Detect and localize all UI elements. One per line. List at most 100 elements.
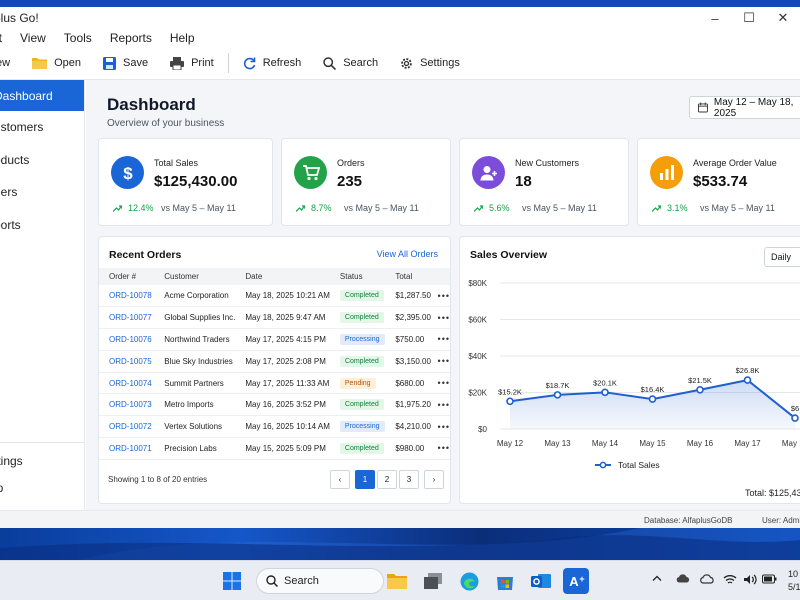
- table-row[interactable]: ORD-10071 Precision Labs May 15, 2025 5:09…: [99, 437, 450, 460]
- sidebar-item-label: Dashboard: [0, 88, 53, 103]
- status-badge: Completed: [339, 399, 384, 411]
- tray-overflow-button[interactable]: [652, 574, 662, 584]
- row-actions-button[interactable]: •••: [433, 306, 450, 330]
- sidebar-item-orders[interactable]: ders: [0, 176, 84, 209]
- table-row[interactable]: ORD-10077 Global Supplies Inc. May 18, 202…: [99, 306, 450, 330]
- store-button[interactable]: [494, 570, 516, 592]
- table-row[interactable]: ORD-10076 Northwind Traders May 17, 2025 4…: [99, 328, 450, 351]
- row-actions-button[interactable]: •••: [433, 285, 450, 308]
- column-header-order[interactable]: Order #: [99, 268, 155, 285]
- column-header-date[interactable]: Date: [235, 268, 330, 285]
- taskbar-clock[interactable]: 10 5/1: [788, 568, 800, 594]
- status-badge: Completed: [339, 442, 384, 454]
- x-tick-label: May 13: [544, 439, 571, 448]
- start-button[interactable]: [221, 570, 243, 592]
- order-id-link[interactable]: ORD-10076: [99, 328, 155, 351]
- pagination-page-2[interactable]: 2: [377, 470, 397, 489]
- save-button[interactable]: Save: [102, 56, 148, 70]
- search-icon: [323, 56, 337, 70]
- status-badge: Pending: [339, 377, 376, 389]
- order-customer: Blue Sky Industries: [154, 350, 236, 373]
- close-button[interactable]: ✕: [766, 7, 800, 29]
- menu-tools[interactable]: Tools: [64, 31, 92, 45]
- kpi-label: New Customers: [515, 158, 580, 168]
- search-button[interactable]: Search: [323, 56, 378, 70]
- menu-help[interactable]: Help: [170, 31, 195, 45]
- clock-time: 10: [788, 569, 799, 579]
- maximize-button[interactable]: ☐: [732, 7, 766, 29]
- order-customer: Precision Labs: [154, 437, 236, 460]
- order-id-link[interactable]: ORD-10078: [99, 285, 155, 308]
- sidebar-item-help[interactable]: lp: [0, 474, 85, 501]
- order-id-link[interactable]: ORD-10073: [99, 393, 155, 417]
- data-point: [648, 395, 657, 403]
- battery-icon[interactable]: [762, 574, 777, 586]
- taskbar-search[interactable]: Search: [256, 568, 384, 594]
- period-select[interactable]: Daily: [764, 247, 800, 267]
- pagination-page-3[interactable]: 3: [399, 470, 419, 489]
- svg-text:A: A: [569, 574, 579, 588]
- order-date: May 17, 2025 2:08 PM: [235, 350, 330, 373]
- alfaplus-app-button[interactable]: A +: [563, 568, 589, 594]
- onedrive-icon[interactable]: [676, 574, 690, 585]
- new-button[interactable]: ew: [0, 57, 10, 69]
- open-button[interactable]: Open: [32, 57, 81, 69]
- row-actions-button[interactable]: •••: [433, 415, 450, 439]
- column-header-customer[interactable]: Customer: [154, 268, 236, 285]
- outlook-button[interactable]: [530, 570, 552, 592]
- row-actions-button[interactable]: •••: [433, 437, 450, 460]
- menu-edit[interactable]: it: [0, 31, 2, 45]
- edge-button[interactable]: [458, 570, 480, 592]
- view-all-orders-link[interactable]: View All Orders: [377, 249, 438, 259]
- settings-button[interactable]: Settings: [400, 57, 460, 70]
- row-actions-button[interactable]: •••: [433, 350, 450, 373]
- legend-marker: [599, 461, 607, 469]
- pagination-page-1[interactable]: 1: [355, 470, 375, 489]
- table-row[interactable]: ORD-10072 Vertex Solutions May 16, 2025 10…: [99, 415, 450, 439]
- cloud-sync-icon[interactable]: [700, 574, 714, 586]
- status-database: Database: AlfaplusGoDB: [644, 516, 733, 525]
- table-row[interactable]: ORD-10073 Metro Imports May 16, 2025 3:52 …: [99, 393, 450, 417]
- calendar-icon: [698, 102, 708, 113]
- table-row[interactable]: ORD-10074 Summit Partners May 17, 2025 11:…: [99, 372, 450, 395]
- page-subtitle: Overview of your business: [107, 118, 225, 129]
- order-id-link[interactable]: ORD-10074: [99, 372, 155, 395]
- table-row[interactable]: ORD-10075 Blue Sky Industries May 17, 2025…: [99, 350, 450, 373]
- period-select-value: Daily: [771, 252, 792, 262]
- sidebar-item-dashboard[interactable]: Dashboard: [0, 80, 84, 111]
- row-actions-button[interactable]: •••: [433, 393, 450, 417]
- sidebar-item-products[interactable]: oducts: [0, 144, 84, 177]
- sidebar-item-customers[interactable]: ustomers: [0, 111, 84, 144]
- wifi-icon[interactable]: [723, 574, 737, 587]
- order-status-cell: Completed: [329, 437, 386, 460]
- order-id-link[interactable]: ORD-10075: [99, 350, 155, 373]
- pagination-next-button[interactable]: ›: [424, 470, 444, 489]
- pagination-prev-button[interactable]: ‹: [330, 470, 350, 489]
- window-title: plus Go!: [0, 11, 39, 25]
- row-actions-button[interactable]: •••: [433, 328, 450, 351]
- order-date: May 17, 2025 4:15 PM: [235, 328, 330, 351]
- volume-icon[interactable]: [743, 574, 757, 587]
- order-status-cell: Pending: [329, 372, 386, 395]
- sales-overview-title: Sales Overview: [470, 249, 548, 261]
- chart-total: Total: $125,430: [745, 488, 800, 498]
- refresh-button[interactable]: Refresh: [243, 57, 301, 70]
- sidebar-item-settings[interactable]: ttings: [0, 447, 85, 474]
- date-range-picker[interactable]: May 12 – May 18, 2025: [689, 96, 800, 119]
- order-id-link[interactable]: ORD-10072: [99, 415, 155, 439]
- minimize-button[interactable]: –: [698, 7, 732, 29]
- row-actions-button[interactable]: •••: [433, 372, 450, 395]
- file-explorer-button[interactable]: [386, 570, 408, 592]
- order-id-link[interactable]: ORD-10071: [99, 437, 155, 460]
- column-header-total[interactable]: Total: [385, 268, 434, 285]
- task-view-button[interactable]: [422, 570, 444, 592]
- print-button[interactable]: Print: [170, 56, 214, 70]
- order-total: $980.00: [385, 437, 434, 460]
- column-header-status[interactable]: Status: [329, 268, 386, 285]
- menu-view[interactable]: View: [20, 31, 46, 45]
- sidebar-item-reports[interactable]: ports: [0, 209, 84, 242]
- menu-reports[interactable]: Reports: [110, 31, 152, 45]
- order-id-link[interactable]: ORD-10077: [99, 306, 155, 330]
- store-icon: [497, 576, 513, 590]
- table-row[interactable]: ORD-10078 Acme Corporation May 18, 2025 10…: [99, 285, 450, 308]
